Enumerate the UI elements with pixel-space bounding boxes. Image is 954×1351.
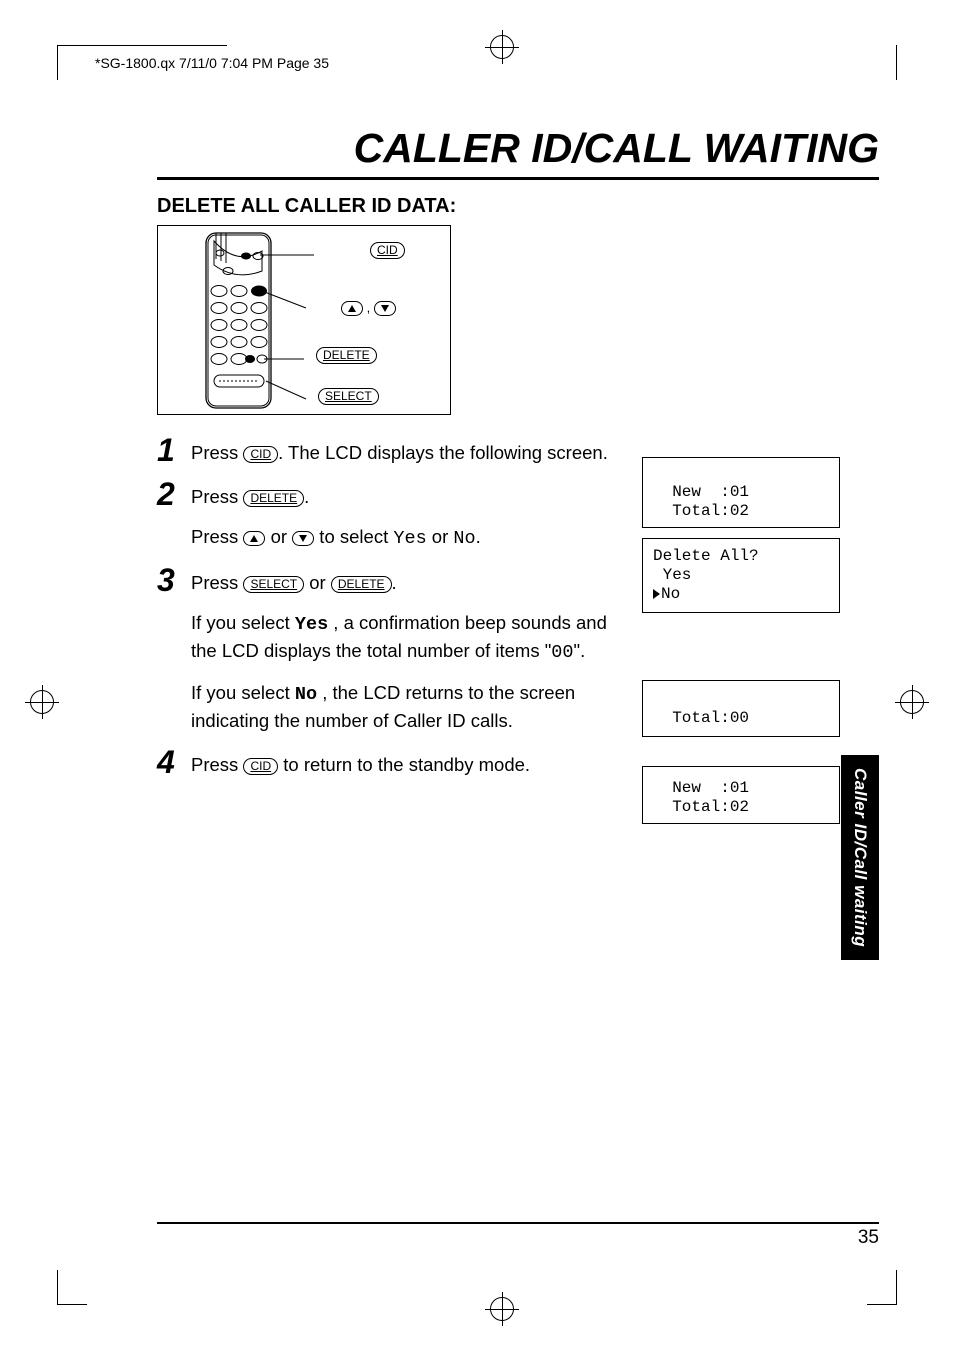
- cid-button-icon: CID: [243, 446, 278, 463]
- diagram-label-delete: DELETE: [316, 347, 377, 364]
- down-arrow-icon: [292, 531, 314, 546]
- divider: [157, 1222, 879, 1224]
- step-1: 1 Press CID. The LCD displays the follow…: [157, 436, 617, 466]
- phone-icon: [186, 231, 316, 411]
- page-number: 35: [858, 1227, 879, 1249]
- select-button-icon: SELECT: [318, 388, 379, 405]
- lcd-screen-1: New :01 Total:02: [642, 457, 840, 528]
- slug-line: *SG-1800.qx 7/11/0 7:04 PM Page 35: [95, 55, 329, 71]
- handset-diagram: [157, 225, 451, 415]
- crop-mark: [57, 1304, 87, 1305]
- crop-mark: [57, 45, 227, 46]
- lcd-screen-2: Delete All? Yes No: [642, 538, 840, 613]
- step-2: 2 Press DELETE.: [157, 480, 617, 510]
- cid-button-icon: CID: [370, 242, 405, 259]
- select-button-icon: SELECT: [243, 576, 304, 593]
- delete-button-icon: DELETE: [243, 490, 304, 507]
- cid-button-icon: CID: [243, 758, 278, 775]
- registration-mark-icon: [30, 690, 54, 714]
- crop-mark: [896, 45, 897, 80]
- diagram-label-select: SELECT: [318, 388, 379, 405]
- step-body: Press CID to return to the standby mode.: [191, 748, 530, 778]
- step-number: 1: [157, 436, 191, 466]
- step-3-no: If you select No , the LCD returns to th…: [191, 680, 617, 734]
- step-3: 3 Press SELECT or DELETE.: [157, 566, 617, 596]
- lcd-screen-3: Total:00: [642, 680, 840, 737]
- step-number: 4: [157, 748, 191, 778]
- cursor-icon: [653, 589, 660, 599]
- registration-mark-icon: [900, 690, 924, 714]
- step-body: Press SELECT or DELETE.: [191, 566, 397, 596]
- step-4: 4 Press CID to return to the standby mod…: [157, 748, 617, 778]
- down-arrow-icon: [374, 301, 396, 316]
- step-body: Press CID. The LCD displays the followin…: [191, 436, 608, 466]
- diagram-label-cid: CID: [370, 242, 405, 259]
- step-3-yes: If you select Yes , a confirmation beep …: [191, 610, 617, 666]
- diagram-label-arrows: ,: [341, 300, 396, 316]
- step-number: 3: [157, 566, 191, 596]
- crop-mark: [896, 1270, 897, 1305]
- lcd-screen-4: New :01 Total:02: [642, 766, 840, 824]
- up-arrow-icon: [243, 531, 265, 546]
- registration-mark-icon: [490, 1297, 514, 1321]
- crop-mark: [867, 1304, 897, 1305]
- up-arrow-icon: [341, 301, 363, 316]
- step-2-sub: Press or to select Yes or No.: [191, 524, 617, 552]
- steps-list: 1 Press CID. The LCD displays the follow…: [157, 436, 617, 792]
- crop-mark: [57, 45, 58, 80]
- chapter-title: CALLER ID/CALL WAITING: [354, 125, 879, 172]
- step-body: Press DELETE.: [191, 480, 309, 510]
- section-title: DELETE ALL CALLER ID DATA:: [157, 195, 456, 218]
- registration-mark-icon: [490, 35, 514, 59]
- crop-mark: [57, 1270, 58, 1305]
- delete-button-icon: DELETE: [331, 576, 392, 593]
- step-number: 2: [157, 480, 191, 510]
- delete-button-icon: DELETE: [316, 347, 377, 364]
- divider: [157, 177, 879, 180]
- section-tab: Caller ID/Call waiting: [841, 755, 879, 960]
